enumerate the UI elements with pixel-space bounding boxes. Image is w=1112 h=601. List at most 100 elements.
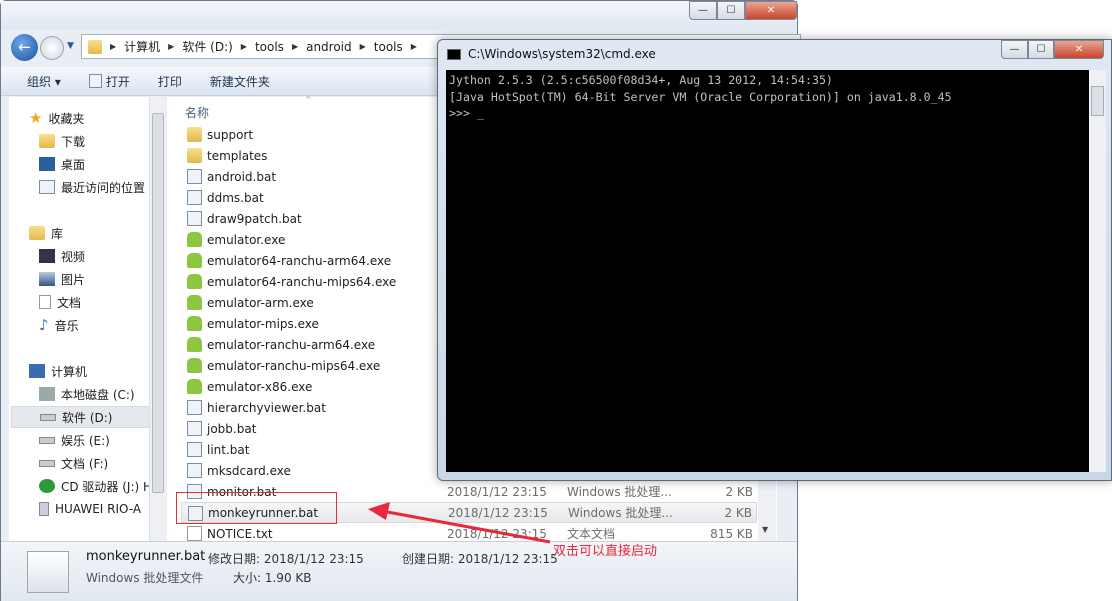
cmd-maximize-button[interactable]: ☐: [1028, 40, 1054, 59]
cmd-close-button[interactable]: ✕: [1054, 40, 1104, 59]
file-date: 2018/1/12 23:15: [447, 484, 547, 499]
print-button[interactable]: 打印: [144, 73, 196, 90]
exe-file-icon: [187, 295, 202, 310]
file-name: jobb.bat: [207, 421, 257, 436]
exe-file-icon: [187, 337, 202, 352]
cmd-minimize-button[interactable]: —: [1001, 40, 1028, 59]
nav-label: 最近访问的位置: [61, 180, 146, 195]
navigation-pane: ★ 收藏夹 下载 桌面 最近访问的位置 库 视频 图片 文档 ♪ 音乐 计算机 本地…: [9, 97, 166, 541]
file-name: emulator.exe: [207, 232, 286, 247]
bat-file-icon: [187, 442, 202, 457]
nav-libraries[interactable]: 库: [29, 222, 169, 244]
phone-icon: [39, 502, 49, 516]
organize-button[interactable]: 组织 ▾: [1, 73, 75, 90]
column-header-name[interactable]: 名称: [185, 104, 209, 121]
nav-label: 软件 (D:): [62, 410, 113, 425]
cmd-window[interactable]: C:\Windows\system32\cmd.exe — ☐ ✕ Jython…: [437, 39, 1112, 481]
file-name: emulator64-ranchu-mips64.exe: [207, 274, 397, 289]
recent-pages-dropdown-icon[interactable]: ▼: [67, 41, 74, 51]
details-type: Windows 批处理文件: [86, 571, 204, 585]
nav-label: HUAWEI RIO-A: [55, 502, 142, 516]
nav-scrollbar[interactable]: [149, 97, 166, 541]
downloads-icon: [39, 134, 55, 148]
folder-file-icon: [187, 127, 202, 142]
exe-file-icon: [187, 274, 202, 289]
explorer-title-bar: [1, 1, 797, 29]
nav-favorites[interactable]: ★ 收藏夹: [29, 107, 169, 129]
music-icon: ♪: [39, 316, 49, 334]
cmd-scrollbar-thumb[interactable]: [1091, 86, 1104, 116]
nav-label: 音乐: [54, 318, 79, 333]
drive-icon: [39, 436, 55, 444]
open-label: 打开: [105, 74, 130, 89]
file-name: mksdcard.exe: [207, 463, 291, 478]
chevron-right-icon: ▶: [291, 42, 299, 51]
file-type: Windows 批处理...: [567, 485, 672, 499]
file-name: hierarchyviewer.bat: [207, 400, 326, 415]
file-name: support: [207, 127, 254, 142]
console-line: Jython 2.5.3 (2.5:c56500f08d34+, Aug 13 …: [449, 73, 833, 87]
file-size: 2 KB: [724, 505, 752, 520]
nav-label: 视频: [61, 249, 86, 264]
cmd-scrollbar[interactable]: [1089, 70, 1106, 472]
breadcrumb-item[interactable]: 计算机: [124, 38, 160, 55]
picture-icon: [39, 272, 55, 286]
breadcrumb-item[interactable]: 软件 (D:): [182, 38, 232, 55]
annotation-text: 双击可以直接启动: [553, 544, 658, 559]
breadcrumb-item[interactable]: tools: [374, 40, 403, 54]
bat-file-icon: [187, 190, 202, 205]
file-name: draw9patch.bat: [207, 211, 302, 226]
libraries-icon: [29, 226, 45, 240]
desktop-icon: [39, 157, 55, 171]
file-name: emulator-ranchu-arm64.exe: [207, 337, 376, 352]
file-name: emulator-mips.exe: [207, 316, 319, 331]
close-button[interactable]: ✕: [745, 1, 797, 20]
exe-file-icon: [187, 358, 202, 373]
cmd-app-icon: [447, 49, 461, 60]
nav-label: 桌面: [61, 157, 86, 172]
file-name: templates: [207, 148, 268, 163]
file-name: emulator-x86.exe: [207, 379, 313, 394]
chevron-right-icon: ▶: [240, 42, 247, 51]
bat-file-icon: [187, 169, 202, 184]
cmd-console-output[interactable]: Jython 2.5.3 (2.5:c56500f08d34+, Aug 13 …: [446, 70, 1089, 472]
bat-file-icon: [187, 400, 202, 415]
drive-icon: [39, 459, 55, 467]
minimize-button[interactable]: —: [689, 1, 717, 20]
star-icon: ★: [29, 109, 43, 127]
video-icon: [39, 249, 55, 263]
exe-file-icon: [187, 253, 202, 268]
folder-file-icon: [187, 148, 202, 163]
file-name: android.bat: [207, 169, 277, 184]
chevron-right-icon: ▶: [110, 42, 117, 51]
file-name: lint.bat: [207, 442, 250, 457]
nav-label: 娱乐 (E:): [61, 433, 110, 448]
nav-computer[interactable]: 计算机: [29, 360, 169, 382]
nav-label: CD 驱动器 (J:) H: [61, 479, 151, 494]
new-folder-button[interactable]: 新建文件夹: [196, 73, 284, 90]
nav-drive-d[interactable]: 软件 (D:): [11, 406, 157, 428]
recent-places-icon: [39, 180, 55, 194]
nav-scrollbar-thumb[interactable]: [152, 113, 164, 493]
nav-huawei-device[interactable]: HUAWEI RIO-A: [39, 498, 151, 520]
cd-drive-icon: [39, 479, 55, 493]
folder-icon: [88, 39, 102, 54]
maximize-button[interactable]: ☐: [717, 1, 745, 20]
nav-label: 文档: [57, 295, 82, 310]
open-button[interactable]: 打开: [75, 73, 144, 90]
forward-button[interactable]: [40, 36, 64, 60]
file-name: emulator-ranchu-mips64.exe: [207, 358, 381, 373]
scroll-down-icon[interactable]: ▼: [762, 525, 768, 534]
file-name: emulator-arm.exe: [207, 295, 314, 310]
bat-file-icon: [187, 463, 202, 478]
back-button[interactable]: ←: [11, 34, 38, 61]
cmd-title: C:\Windows\system32\cmd.exe: [468, 47, 656, 61]
nav-cd-drive[interactable]: CD 驱动器 (J:) H: [39, 475, 151, 497]
breadcrumb-item[interactable]: android: [306, 40, 352, 54]
sort-ascending-icon: ^: [305, 95, 312, 104]
details-modified: 修改日期: 2018/1/12 23:15: [208, 552, 364, 566]
breadcrumb-item[interactable]: tools: [255, 40, 284, 54]
details-created: 创建日期: 2018/1/12 23:15: [402, 552, 558, 566]
nav-label: 图片: [61, 272, 86, 287]
annotation-arrow: [368, 502, 551, 544]
